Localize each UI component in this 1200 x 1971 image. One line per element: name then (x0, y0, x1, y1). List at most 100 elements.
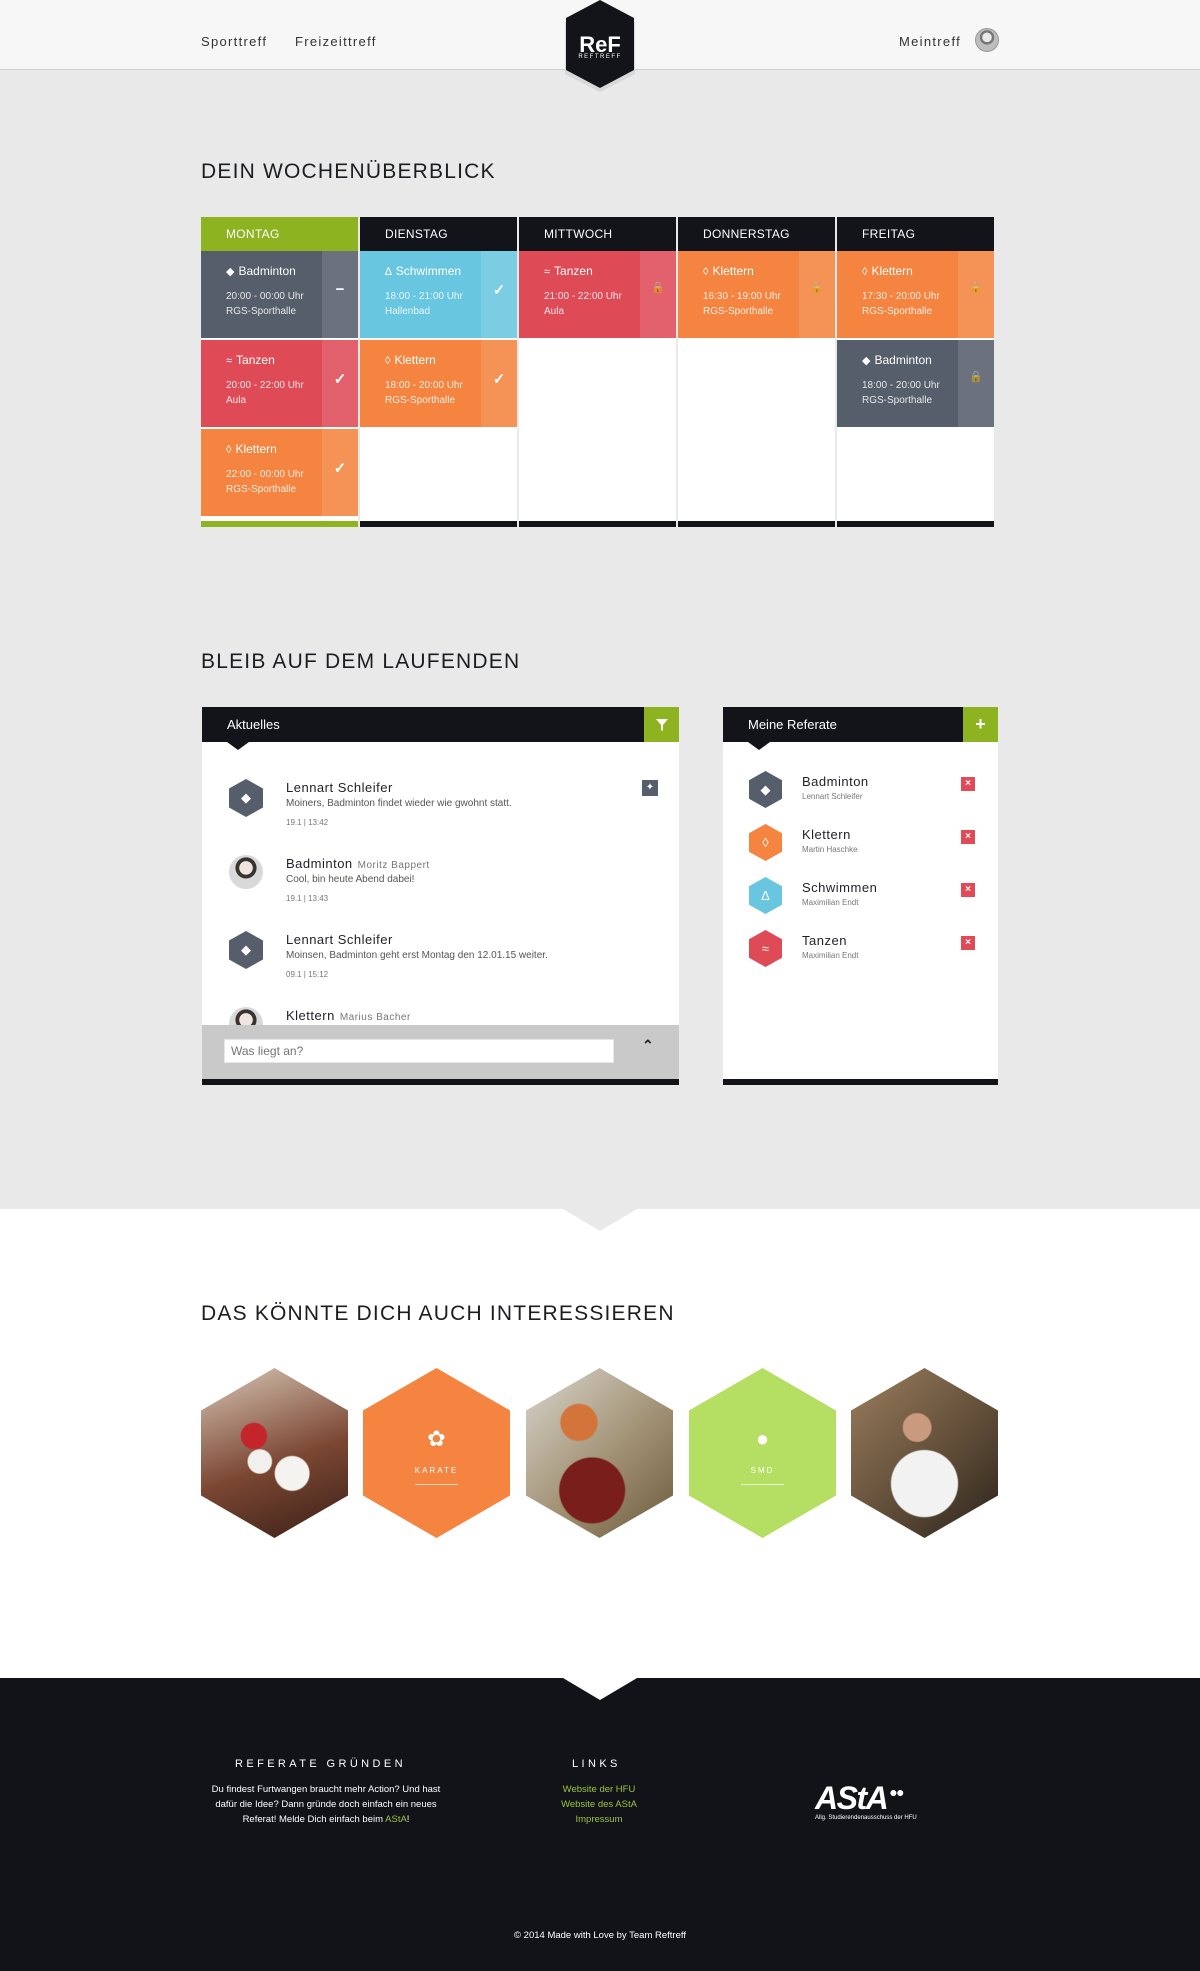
link-website-hfu[interactable]: Website der HFU (530, 1782, 668, 1797)
reftreff-logo[interactable]: ReF REFTREFF (561, 0, 639, 96)
referat-name: Badminton (802, 774, 869, 789)
day-header[interactable]: MITTWOCH (519, 217, 676, 251)
nav-sporttreff[interactable]: Sporttreff (201, 34, 267, 49)
check-icon[interactable]: ✓ (322, 459, 358, 477)
event-details: 21:00 - 22:00 Uhr Aula (544, 291, 622, 317)
interests-title: DAS KÖNNTE DICH AUCH INTERESSIEREN (201, 1302, 675, 1325)
news-feed-list[interactable]: ◆ Lennart Schleifer Moiners, Badminton fin… (202, 777, 679, 1025)
dancer-icon: ≈ (544, 266, 551, 278)
event-card[interactable]: ◆ Badminton 20:00 - 00:00 Uhr RGS-Sporthall… (201, 251, 358, 338)
remove-referat-button[interactable]: × (961, 883, 975, 897)
my-referate-header: Meine Referate + (723, 707, 998, 750)
footer-links: Website der HFU Website des AStA Impress… (530, 1782, 668, 1827)
referat-owner: Lennart Schleifer (802, 792, 863, 801)
event-title: ≈ Tanzen (544, 264, 593, 278)
check-icon[interactable]: ✓ (481, 370, 517, 388)
user-avatar[interactable] (975, 28, 999, 52)
nav-freizeittreff[interactable]: Freizeittreff (295, 34, 377, 49)
user-avatar[interactable] (229, 855, 263, 889)
asta-logo[interactable]: AStA ●● Allg. Studierendenausschuss der H… (815, 1780, 917, 1821)
day-column: DONNERSTAG ◊ Klettern 16:30 - 19:00 Uhr RGS-… (678, 217, 835, 527)
day-column: DIENSTAG ∆ Schwimmen 18:00 - 21:00 Uhr Halle… (360, 217, 517, 527)
check-icon[interactable]: ✓ (322, 370, 358, 388)
event-details: 17:30 - 20:00 Uhr RGS-Sporthalle (862, 291, 940, 317)
footer-referate-text: Du findest Furtwangen braucht mehr Actio… (211, 1784, 441, 1825)
day-column: MONTAG ◆ Badminton 20:00 - 00:00 Uhr RGS-Spo… (201, 217, 358, 527)
day-header[interactable]: DIENSTAG (360, 217, 517, 251)
dancer-icon: ≈ (749, 930, 782, 967)
feed-item-name: Lennart Schleifer (286, 780, 393, 795)
collapse-chevron-icon[interactable]: ⌃ (642, 1037, 654, 1054)
event-card[interactable]: ◊ Klettern 18:00 - 20:00 Uhr RGS-Sporthalle… (360, 340, 517, 427)
add-referat-button[interactable]: + (963, 707, 998, 742)
lock-icon[interactable]: 🔒 (958, 281, 994, 294)
event-card[interactable]: ≈ Tanzen 20:00 - 22:00 Uhr Aula ✓ (201, 340, 358, 427)
shuttlecock-icon: ◆ (226, 266, 235, 278)
event-card[interactable]: ◊ Klettern 22:00 - 00:00 Uhr RGS-Sporthalle… (201, 429, 358, 516)
climbing-icon: ◊ (226, 444, 232, 456)
logo-text: REFTREFF (578, 54, 622, 60)
referat-name: Schwimmen (802, 880, 878, 895)
referat-item[interactable]: ◆ Badminton Lennart Schleifer × (723, 771, 998, 823)
news-feed-header: Aktuelles (202, 707, 679, 750)
shuttlecock-icon: ◆ (862, 355, 871, 367)
check-icon[interactable]: ✓ (481, 281, 517, 299)
link-website-asta[interactable]: Website des AStA (530, 1797, 668, 1812)
shuttlecock-hex-icon: ◆ (229, 779, 263, 817)
referat-owner: Maximilian Endt (802, 951, 859, 960)
referat-item[interactable]: ≈ Tanzen Maximilian Endt × (723, 930, 998, 982)
referat-owner: Martin Haschke (802, 845, 858, 854)
event-title: ◊ Klettern (385, 353, 436, 367)
event-details: 16:30 - 19:00 Uhr RGS-Sporthalle (703, 291, 781, 317)
pin-icon[interactable]: ✦ (642, 780, 658, 796)
referat-name: Tanzen (802, 933, 847, 948)
link-impressum[interactable]: Impressum (530, 1812, 668, 1827)
feed-item-name: Badminton Moritz Bappert (286, 856, 430, 871)
day-header[interactable]: DONNERSTAG (678, 217, 835, 251)
event-details: 20:00 - 22:00 Uhr Aula (226, 380, 304, 406)
climbing-icon: ◊ (385, 355, 391, 367)
event-title: ∆ Schwimmen (385, 264, 462, 278)
event-card[interactable]: ◊ Klettern 17:30 - 20:00 Uhr RGS-Sporthalle… (837, 251, 994, 338)
event-card[interactable]: ≈ Tanzen 21:00 - 22:00 Uhr Aula 🔒 (519, 251, 676, 338)
news-feed-title: Aktuelles (227, 717, 280, 732)
feed-item[interactable]: ◆ Lennart Schleifer Moiners, Badminton fin… (202, 777, 679, 853)
message-input[interactable] (224, 1039, 614, 1063)
remove-referat-button[interactable]: × (961, 777, 975, 791)
climbing-icon: ◊ (749, 824, 782, 861)
lock-icon[interactable]: 🔒 (640, 281, 676, 294)
shuttlecock-hex-icon: ◆ (229, 931, 263, 969)
event-details: 22:00 - 00:00 Uhr RGS-Sporthalle (226, 469, 304, 495)
feed-item-text: Cool, bin heute Abend dabei! (286, 874, 415, 885)
event-card[interactable]: ◆ Badminton 18:00 - 20:00 Uhr RGS-Sporthall… (837, 340, 994, 427)
shuttlecock-icon: ◆ (749, 771, 782, 808)
minus-icon[interactable]: − (322, 281, 358, 298)
footer-links-title: LINKS (572, 1758, 621, 1770)
event-title: ◊ Klettern (862, 264, 913, 278)
lock-icon[interactable]: 🔒 (958, 370, 994, 383)
nav-meintreff[interactable]: Meintreff (899, 34, 961, 49)
karate-icon: ✿ (427, 1426, 446, 1451)
filter-button[interactable] (644, 707, 679, 742)
feed-item[interactable]: ◆ Lennart Schleifer Moinsen, Badminton geh… (202, 929, 679, 1005)
lock-icon[interactable]: 🔒 (799, 281, 835, 294)
feed-item-date: 19.1 | 13:42 (286, 818, 329, 827)
feed-item-date: 09.1 | 15:12 (286, 970, 329, 979)
feed-item-name: Klettern Marius Bacher (286, 1008, 411, 1023)
remove-referat-button[interactable]: × (961, 830, 975, 844)
event-card[interactable]: ◊ Klettern 16:30 - 19:00 Uhr RGS-Sporthalle… (678, 251, 835, 338)
asta-link[interactable]: AStA (385, 1814, 407, 1825)
user-avatar[interactable] (229, 1007, 263, 1025)
feed-item[interactable]: Badminton Moritz Bappert Cool, bin heute A… (202, 853, 679, 929)
event-card[interactable]: ∆ Schwimmen 18:00 - 21:00 Uhr Hallenbad ✓ (360, 251, 517, 338)
speech-bubble-icon: ● (755, 1426, 770, 1451)
feed-item-name: Lennart Schleifer (286, 932, 393, 947)
referat-item[interactable]: ∆ Schwimmen Maximilian Endt × (723, 877, 998, 929)
feed-item[interactable]: Klettern Marius Bacher (202, 1005, 679, 1025)
day-header[interactable]: FREITAG (837, 217, 994, 251)
copyright: © 2014 Made with Love by Team Reftreff (514, 1930, 686, 1941)
news-feed-panel: Aktuelles ◆ Lennart Schleifer Moiners, Bad… (202, 707, 679, 1085)
day-header[interactable]: MONTAG (201, 217, 358, 251)
referat-item[interactable]: ◊ Klettern Martin Haschke × (723, 824, 998, 876)
remove-referat-button[interactable]: × (961, 936, 975, 950)
